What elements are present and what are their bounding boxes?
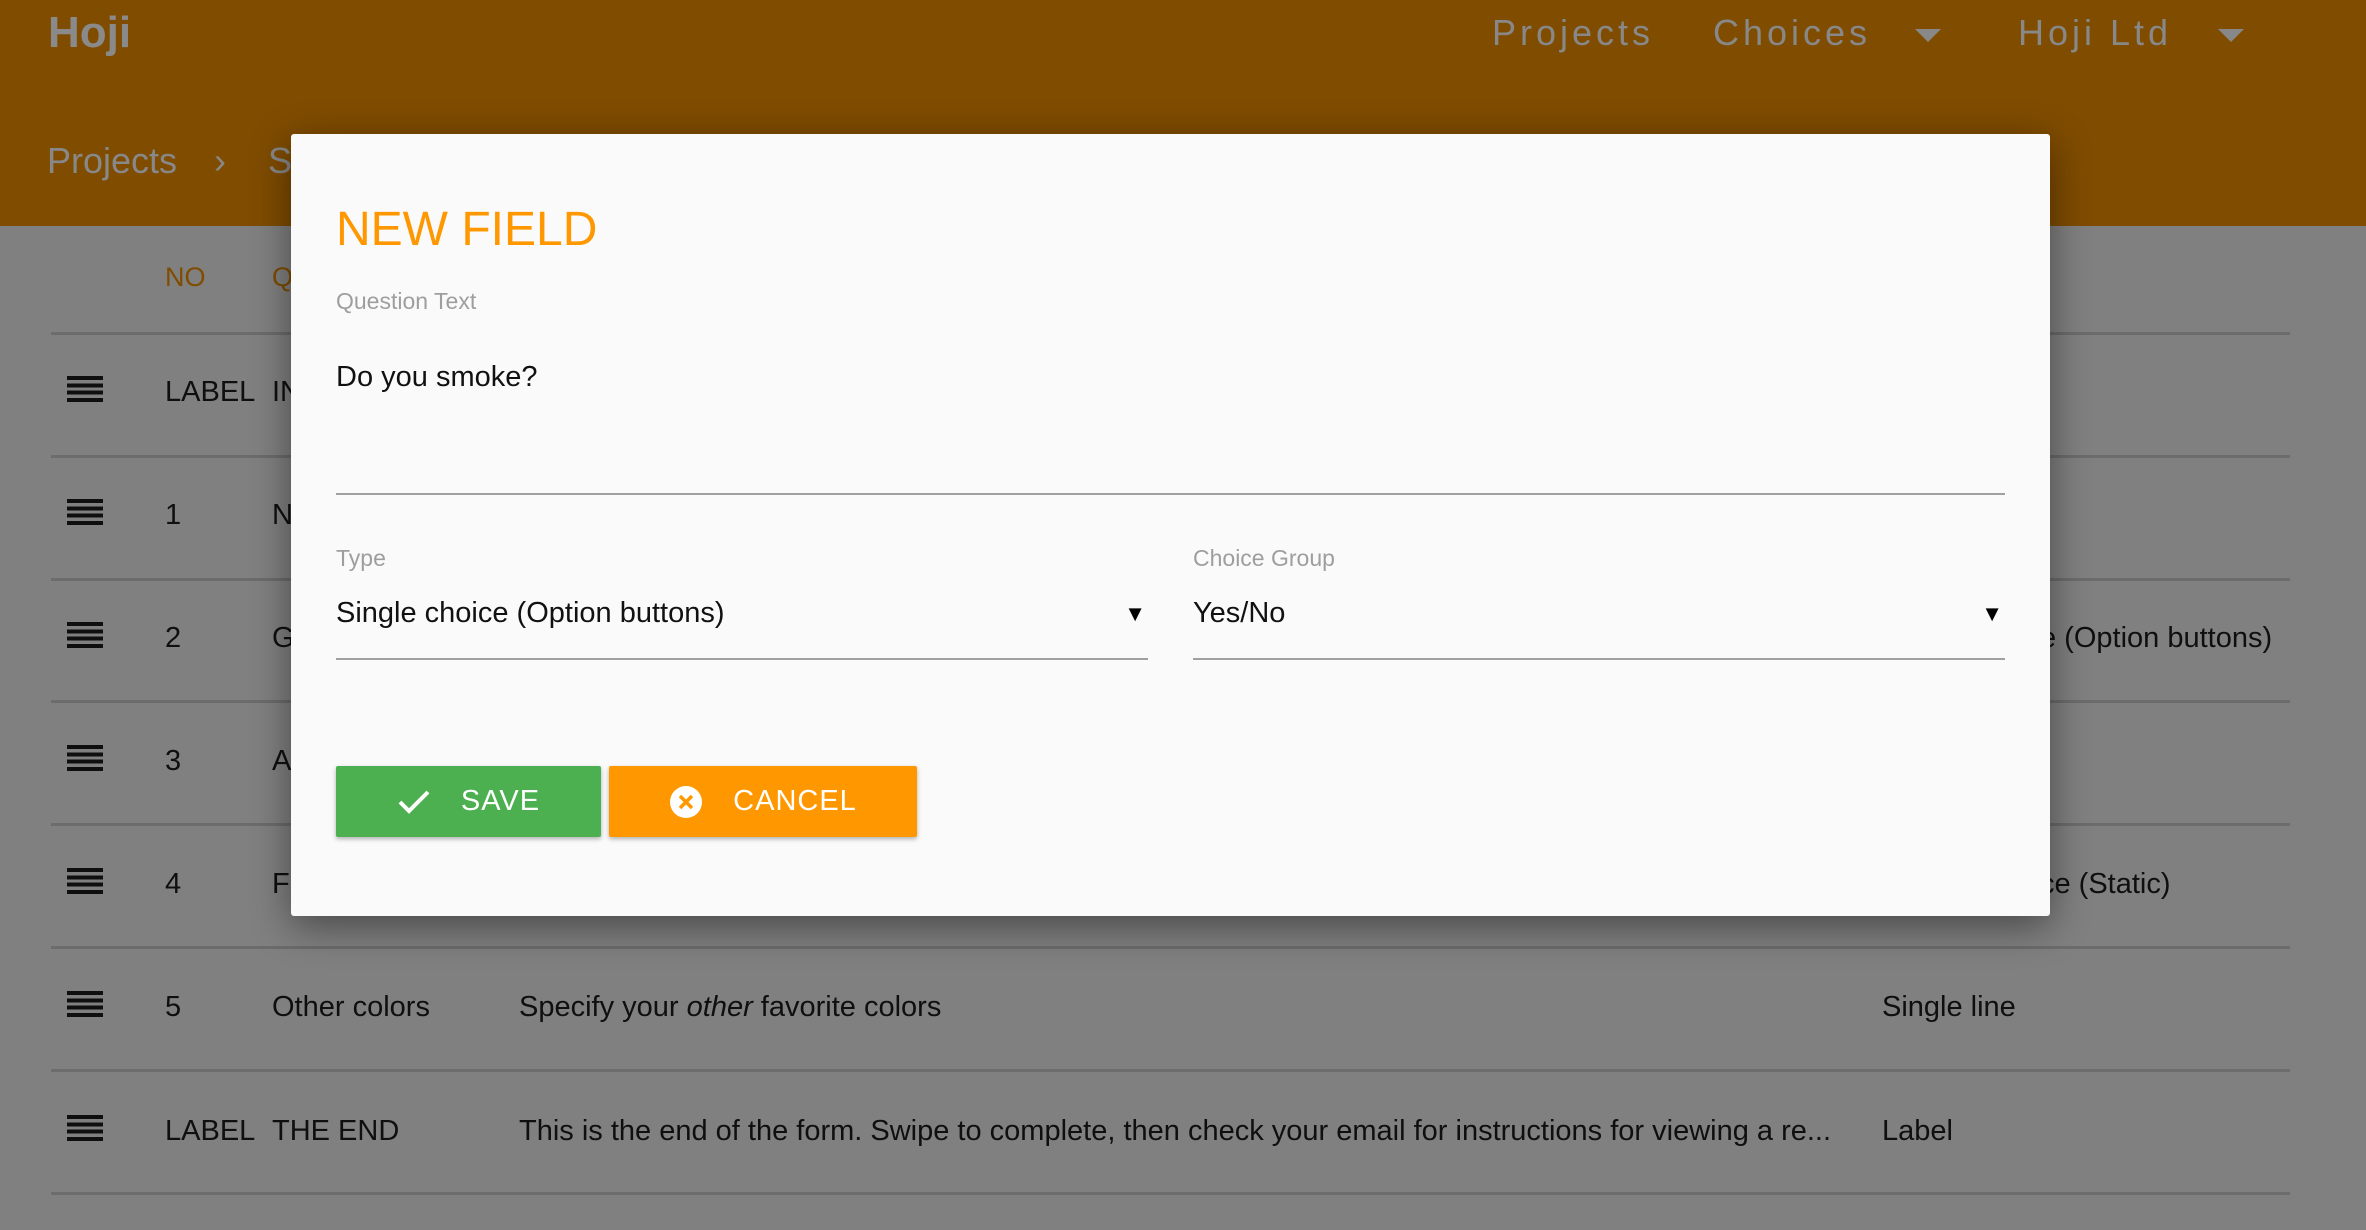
row-no: 3 (165, 745, 182, 777)
check-icon (398, 790, 430, 814)
choice-group-label: Choice Group (1193, 545, 1335, 571)
dropdown-arrow-icon: ▼ (1981, 601, 2003, 626)
row-type: e (Option buttons) (2040, 622, 2273, 654)
row-type: Single line (1882, 991, 2016, 1023)
col-question: Q (272, 262, 294, 292)
drag-handle-icon[interactable] (67, 499, 103, 525)
new-field-dialog: NEW FIELD Question Text Do you smoke? Ty… (291, 134, 2050, 916)
cancel-label: CANCEL (733, 785, 857, 817)
nav-projects[interactable]: Projects (1492, 12, 1654, 54)
row-type: Label (1882, 1115, 1953, 1147)
breadcrumb-projects[interactable]: Projects (47, 140, 177, 182)
chevron-down-icon[interactable] (1915, 29, 1941, 42)
row-name: N (272, 499, 293, 531)
row-no: LABEL (165, 1115, 256, 1147)
col-no: NO (165, 262, 206, 292)
drag-handle-icon[interactable] (67, 868, 103, 894)
row-no: LABEL (165, 376, 256, 408)
question-text-label: Question Text (336, 288, 477, 314)
choice-group-value: Yes/No (1193, 597, 1286, 629)
logo[interactable]: Hoji (48, 8, 131, 58)
question-text-input[interactable]: Do you smoke? (336, 361, 2005, 495)
nav-choices[interactable]: Choices (1713, 12, 1871, 54)
row-no: 4 (165, 868, 182, 900)
drag-handle-icon[interactable] (67, 622, 103, 648)
drag-handle-icon[interactable] (67, 1115, 103, 1141)
cancel-circle-icon (670, 785, 703, 818)
chevron-down-icon[interactable] (2218, 29, 2244, 42)
save-label: SAVE (460, 785, 541, 817)
type-value: Single choice (Option buttons) (336, 597, 725, 629)
dialog-title: NEW FIELD (336, 203, 598, 256)
save-button[interactable]: SAVE (336, 766, 601, 837)
row-no: 1 (165, 499, 182, 531)
row-question: This is the end of the form. Swipe to co… (519, 1115, 1832, 1147)
row-name: THE END (272, 1115, 400, 1147)
row-question: Specify your other favorite colors (519, 991, 942, 1023)
drag-handle-icon[interactable] (67, 745, 103, 771)
row-name: F (272, 868, 290, 900)
chevron-right-icon: › (214, 140, 226, 181)
row-no: 2 (165, 622, 182, 654)
drag-handle-icon[interactable] (67, 376, 103, 402)
breadcrumb-current[interactable]: S (268, 140, 292, 182)
dropdown-arrow-icon: ▼ (1124, 601, 1146, 626)
drag-handle-icon[interactable] (67, 991, 103, 1017)
choice-group-select[interactable]: Yes/No ▼ (1193, 589, 2005, 661)
cancel-button[interactable]: CANCEL (609, 766, 917, 837)
row-name: A (272, 745, 292, 777)
type-label: Type (336, 545, 386, 571)
row-no: 5 (165, 991, 182, 1023)
type-select[interactable]: Single choice (Option buttons) ▼ (336, 589, 1148, 661)
row-type: ce (Static) (2040, 868, 2171, 900)
nav-org[interactable]: Hoji Ltd (2018, 12, 2172, 54)
row-name: Other colors (272, 991, 430, 1023)
